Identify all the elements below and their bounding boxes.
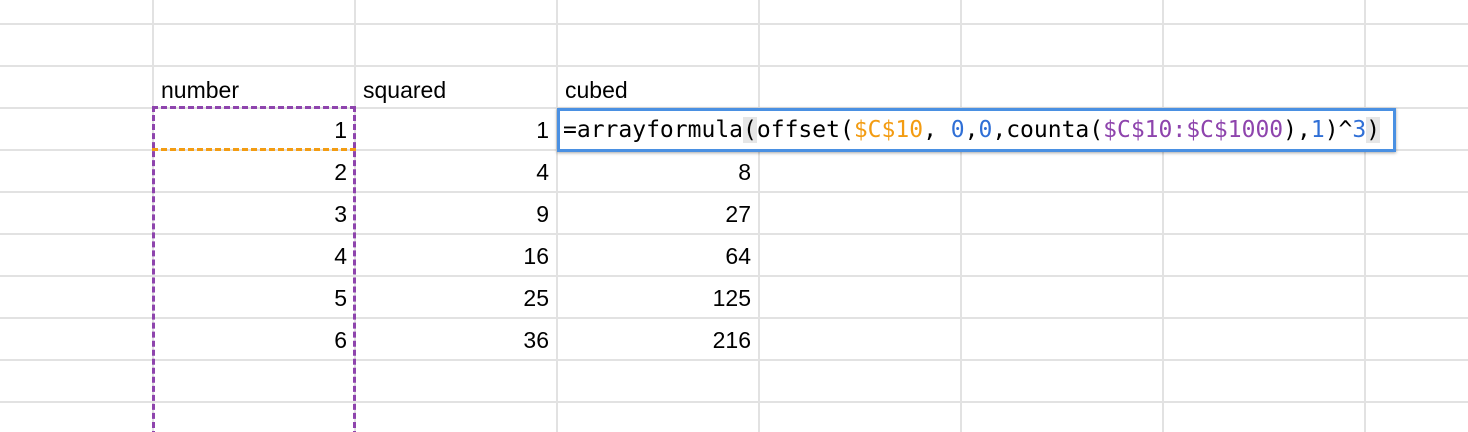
squared-cell[interactable]: 9	[356, 194, 556, 234]
number-cell[interactable]: 6	[154, 320, 354, 360]
grid-line	[0, 65, 1468, 67]
formula-token: 3	[1352, 117, 1367, 143]
number-cell[interactable]: 5	[154, 278, 354, 318]
formula-token: (	[743, 117, 757, 143]
formula-token: )^	[1324, 117, 1353, 143]
formula-token: 0	[950, 117, 965, 143]
formula-token: ,	[923, 117, 951, 143]
formula-token: ,counta(	[992, 117, 1104, 143]
cubed-cell[interactable]: 8	[558, 152, 758, 192]
formula-editor-input[interactable]: =arrayformula(offset($C$10, 0,0,counta($…	[557, 108, 1396, 152]
formula-token: $C$10	[853, 117, 924, 143]
cubed-cell[interactable]: 64	[558, 236, 758, 276]
squared-cell[interactable]: 16	[356, 236, 556, 276]
formula-token: =arrayformula	[563, 117, 744, 143]
cubed-cell[interactable]: 27	[558, 194, 758, 234]
cubed-cell[interactable]: 216	[558, 320, 758, 360]
formula-token: $C$10:$C$1000	[1103, 117, 1284, 143]
grid-line	[0, 23, 1468, 25]
header-cell-number[interactable]: number	[154, 70, 354, 110]
header-cell-squared[interactable]: squared	[356, 70, 556, 110]
formula-token: ),	[1283, 117, 1311, 143]
formula-token: ,	[964, 117, 979, 143]
header-cell-cubed[interactable]: cubed	[558, 70, 758, 110]
formula-token: 0	[978, 117, 993, 143]
formula-token: )	[1366, 117, 1381, 143]
number-cell[interactable]: 4	[154, 236, 354, 276]
squared-cell[interactable]: 25	[356, 278, 556, 318]
spreadsheet-grid[interactable]: number squared cubed 1 2 3 4 5 6 1 4 9 1…	[0, 0, 1468, 432]
squared-cell[interactable]: 4	[356, 152, 556, 192]
number-cell[interactable]: 1	[154, 110, 354, 150]
number-cell[interactable]: 2	[154, 152, 354, 192]
grid-line	[0, 401, 1468, 403]
squared-cell[interactable]: 36	[356, 320, 556, 360]
cubed-cell[interactable]: 125	[558, 278, 758, 318]
squared-cell[interactable]: 1	[356, 110, 556, 150]
number-cell[interactable]: 3	[154, 194, 354, 234]
formula-token: offset(	[756, 117, 854, 143]
formula-token: 1	[1310, 117, 1325, 143]
